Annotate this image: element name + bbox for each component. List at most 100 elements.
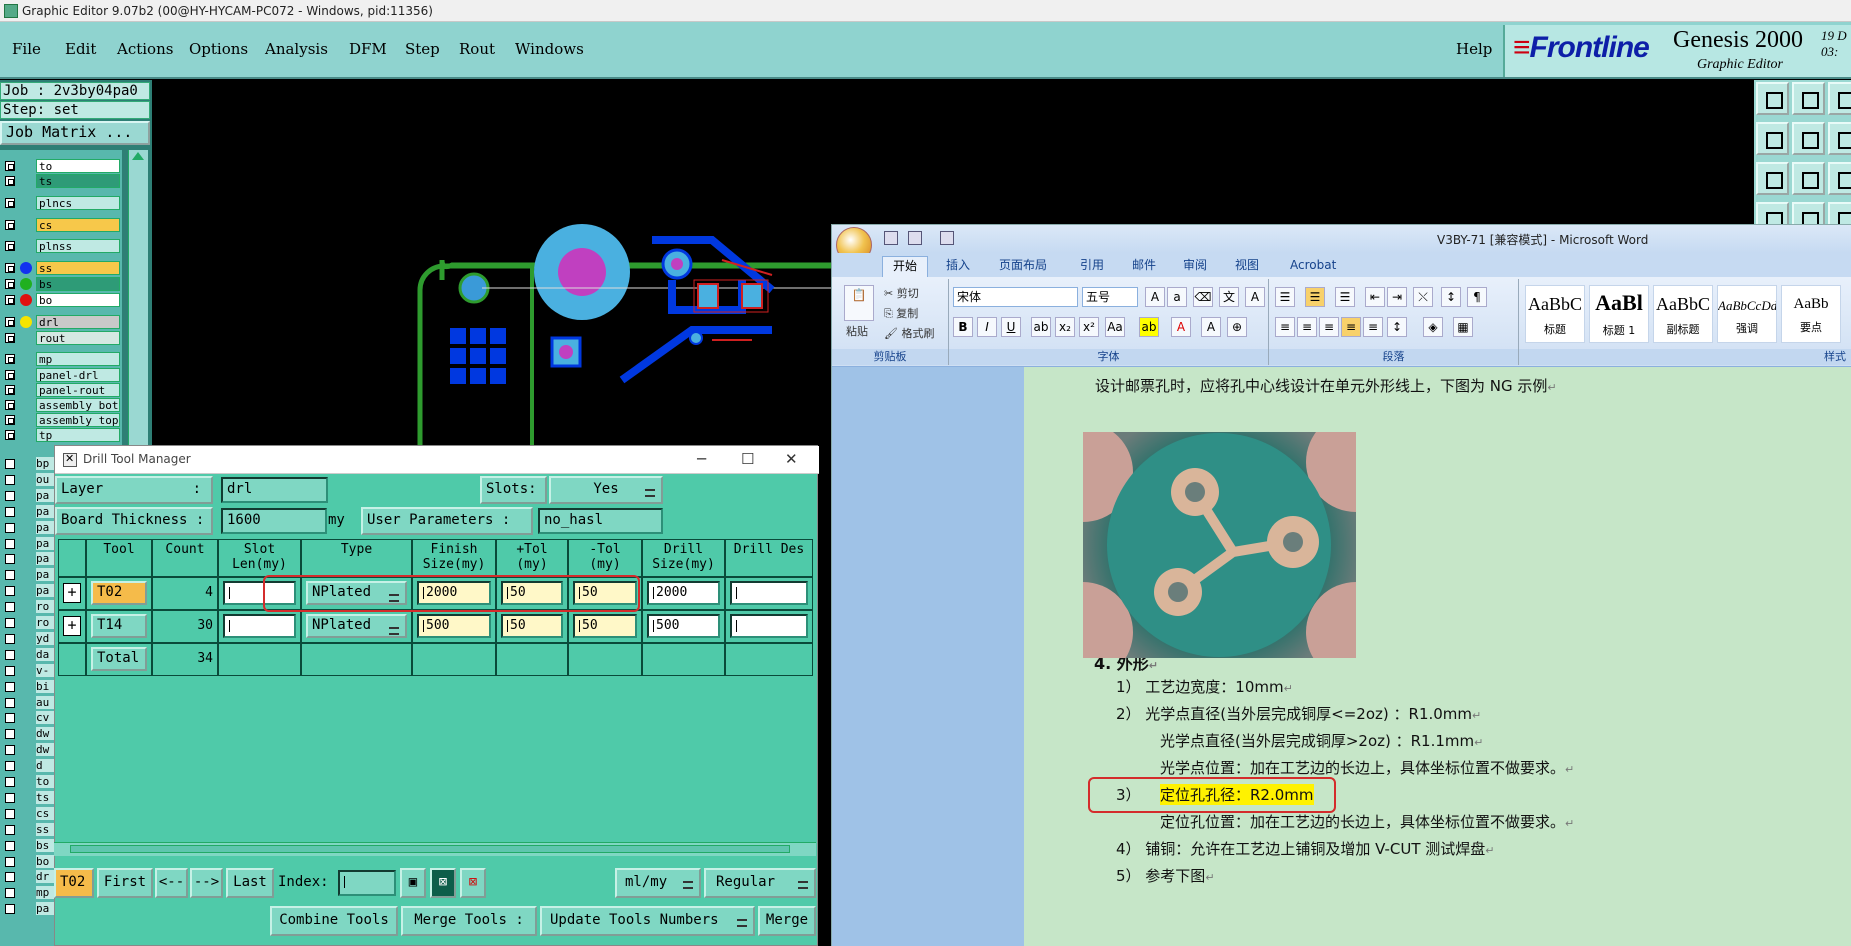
format-painter-button[interactable]: 🖌 格式刷 <box>884 325 934 341</box>
layer-checkbox[interactable] <box>5 856 15 867</box>
layer-name[interactable]: dw <box>36 727 54 741</box>
menu-dfm[interactable]: DFM <box>349 40 387 58</box>
layer-checkbox[interactable] <box>5 713 15 724</box>
layer-name[interactable]: cs <box>36 806 54 820</box>
redo-icon[interactable] <box>940 231 954 245</box>
layer-name[interactable]: ro <box>36 600 54 614</box>
style-emphasis[interactable]: AaBbCcDd 强调 <box>1717 285 1777 343</box>
char-border-icon[interactable]: A <box>1245 287 1265 307</box>
layer-checkbox[interactable] <box>5 649 15 660</box>
enclose-char-icon[interactable]: ⊕ <box>1227 317 1247 337</box>
menu-rout[interactable]: Rout <box>459 40 495 58</box>
layer-checkbox[interactable] <box>5 415 15 425</box>
layer-checkbox[interactable] <box>5 633 15 644</box>
index-clear-icon[interactable]: ⊠ <box>460 868 486 898</box>
layer-checkbox[interactable] <box>5 665 15 676</box>
layer-checkbox[interactable] <box>5 808 15 819</box>
layer-row[interactable]: rout <box>0 330 122 346</box>
layer-name[interactable]: pa <box>36 488 54 502</box>
layer-row[interactable]: mp <box>0 885 54 900</box>
layer-name[interactable]: rout <box>36 331 120 345</box>
layer-checkbox[interactable] <box>5 522 15 533</box>
font-name-box[interactable]: 宋体 <box>953 287 1078 307</box>
zoom-back-button[interactable] <box>1828 82 1851 115</box>
underline-icon[interactable]: U <box>1001 317 1021 337</box>
units-dropdown[interactable]: ml/my <box>615 868 701 898</box>
layer-name[interactable]: ts <box>36 174 120 188</box>
layer-name[interactable]: ts <box>36 790 54 804</box>
layer-row[interactable]: to <box>0 774 54 789</box>
layer-checkbox[interactable] <box>5 872 15 883</box>
layer-checkbox[interactable] <box>5 198 15 208</box>
font-size-box[interactable]: 五号 <box>1082 287 1138 307</box>
pan-up-button[interactable] <box>1828 122 1851 155</box>
layer-name[interactable]: bo <box>36 854 54 868</box>
layer-row[interactable]: ss <box>0 822 54 837</box>
next-button[interactable]: --> <box>190 868 223 898</box>
layer-name[interactable]: cv <box>36 711 54 725</box>
layer-checkbox[interactable] <box>5 490 15 501</box>
layer-checkbox[interactable] <box>5 570 15 581</box>
tab-page-layout[interactable]: 页面布局 <box>989 256 1057 277</box>
layer-name[interactable]: pa <box>36 902 54 916</box>
layer-checkbox[interactable] <box>5 602 15 613</box>
layer-name[interactable]: bp <box>36 457 54 470</box>
menu-options[interactable]: Options <box>189 40 248 58</box>
maximize-icon[interactable]: ☐ <box>741 450 754 468</box>
style-title[interactable]: AaBbC 标题 <box>1525 285 1585 343</box>
layer-row[interactable]: pa <box>0 901 54 916</box>
layer-checkbox[interactable] <box>5 279 15 289</box>
highlight-color-icon[interactable]: ab <box>1139 317 1159 337</box>
layer-name[interactable]: d <box>36 759 54 773</box>
tab-mailings[interactable]: 邮件 <box>1122 256 1166 277</box>
distribute-icon[interactable]: ≡ <box>1363 317 1383 337</box>
layer-row[interactable]: dw <box>0 742 54 757</box>
layer-name[interactable]: ss <box>36 822 54 836</box>
first-button[interactable]: First <box>97 868 153 898</box>
layer-row[interactable]: pa <box>0 551 54 566</box>
layer-name[interactable]: da <box>36 647 54 661</box>
line-spacing-icon[interactable]: ↕ <box>1387 317 1407 337</box>
layer-checkbox[interactable] <box>5 430 15 440</box>
font-color-icon[interactable]: A <box>1171 317 1191 337</box>
layer-checkbox[interactable] <box>5 506 15 517</box>
italic-icon[interactable]: I <box>977 317 997 337</box>
layer-name[interactable]: ou <box>36 472 54 486</box>
layer-row[interactable]: pa <box>0 536 54 551</box>
layer-name[interactable]: bs <box>36 838 54 852</box>
pan-right-button[interactable] <box>1792 122 1825 155</box>
layer-name[interactable]: to <box>36 775 54 788</box>
index-search-icon[interactable]: ▣ <box>400 868 426 898</box>
layer-checkbox[interactable] <box>5 681 15 692</box>
layer-row[interactable]: drl <box>0 314 122 330</box>
layer-name[interactable]: panel-rout <box>36 383 120 397</box>
decrease-indent-icon[interactable]: ⇤ <box>1365 287 1385 307</box>
scroll-up-icon[interactable] <box>132 152 144 160</box>
layer-name[interactable]: pa <box>36 568 54 582</box>
copy-button[interactable]: ⎘ 复制 <box>884 305 918 321</box>
layer-name[interactable]: to <box>36 159 120 173</box>
shading-icon[interactable]: ◈ <box>1423 317 1443 337</box>
layer-checkbox[interactable] <box>5 777 15 787</box>
layer-checkbox[interactable] <box>5 618 15 628</box>
pan-left-button[interactable] <box>1756 122 1789 155</box>
layer-checkbox[interactable] <box>5 176 15 186</box>
tool-name[interactable]: T14 <box>91 614 147 638</box>
sort-icon[interactable]: ↕ <box>1441 287 1461 307</box>
layer-row[interactable]: da <box>0 647 54 662</box>
layer-checkbox[interactable] <box>5 904 15 915</box>
layer-checkbox[interactable] <box>5 241 15 251</box>
user-parameters-field[interactable]: no_hasl <box>538 508 663 534</box>
index-field[interactable] <box>338 870 396 896</box>
layer-row[interactable]: pa <box>0 583 54 598</box>
menu-help[interactable]: Help <box>1456 40 1492 58</box>
align-center-icon[interactable]: ≡ <box>1297 317 1317 337</box>
superscript-icon[interactable]: x² <box>1079 317 1099 337</box>
layer-checkbox[interactable] <box>5 354 15 364</box>
layer-row[interactable]: au <box>0 695 54 710</box>
board-thickness-field[interactable]: 1600 <box>221 508 327 534</box>
layer-checkbox[interactable] <box>5 474 15 485</box>
chinese-layout-icon[interactable]: ⤬ <box>1413 287 1433 307</box>
type-dropdown[interactable]: NPlated <box>306 614 407 638</box>
menu-file[interactable]: File <box>12 40 41 58</box>
